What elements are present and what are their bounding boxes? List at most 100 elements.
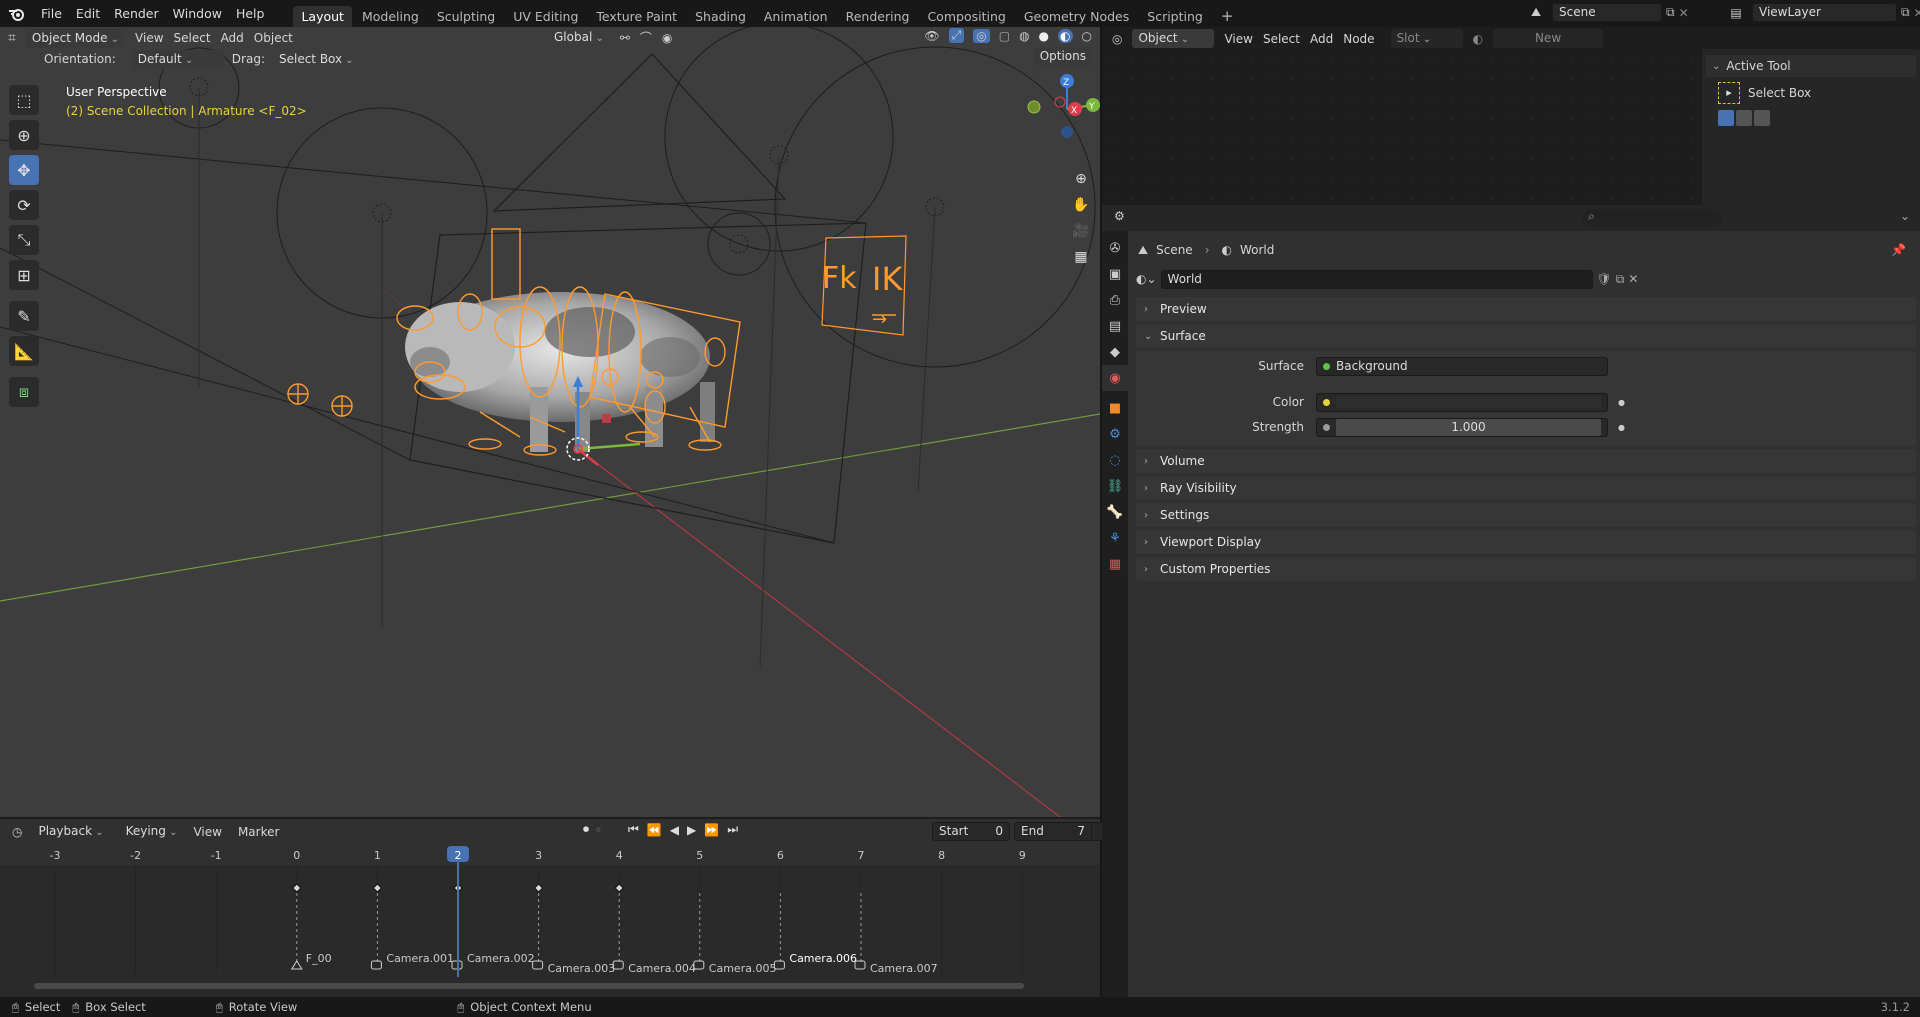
color-keyframe-dot[interactable]: ● xyxy=(1618,398,1625,407)
object-tab-icon[interactable]: ■ xyxy=(1102,395,1128,421)
pivot-icon[interactable]: ⚯ xyxy=(620,31,630,45)
editor-type-icon[interactable]: ⌗ xyxy=(8,30,16,46)
delete-scene-icon[interactable]: ✕ xyxy=(1679,6,1689,20)
properties-editor-type-icon[interactable]: ⚙ xyxy=(1114,209,1125,223)
strength-keyframe-dot[interactable]: ● xyxy=(1618,423,1625,432)
annotate-tool-icon[interactable]: ✎ xyxy=(9,301,39,331)
new-material-button[interactable]: New xyxy=(1493,29,1604,48)
pan-hand-icon[interactable]: ✋ xyxy=(1069,193,1093,217)
menu-window[interactable]: Window xyxy=(166,0,229,27)
visibility-icon[interactable]: 👁 xyxy=(924,29,939,43)
constraints-tab-icon[interactable]: ⛓ xyxy=(1102,473,1128,499)
view-layer-icon[interactable]: ▤ xyxy=(1724,6,1748,20)
world-browse-icon[interactable]: ◐ xyxy=(1473,32,1483,46)
prev-keyframe-icon[interactable]: ⏪ xyxy=(647,823,662,837)
jump-start-icon[interactable]: ⏮ xyxy=(628,822,639,837)
output-tab-icon[interactable]: ⎙ xyxy=(1102,287,1128,313)
physics-tab-icon[interactable]: ◌ xyxy=(1102,447,1128,473)
view-layer-tab-icon[interactable]: ▤ xyxy=(1102,313,1128,339)
tab-compositing[interactable]: Compositing xyxy=(919,6,1013,27)
render-tab-icon[interactable]: ▣ xyxy=(1102,261,1128,287)
world-name-field[interactable]: World xyxy=(1160,269,1593,289)
shader-menu-select[interactable]: Select xyxy=(1263,32,1300,46)
properties-editor[interactable]: ⚙ ⌕ ⌄ ✇ ▣ ⎙ ▤ ◆ ◉ ■ ⚙ ◌ ⛓ 🦴 ⚘ ▦ ⛰ Scene … xyxy=(1102,205,1920,997)
rendered-shading-icon[interactable]: ○ xyxy=(1082,29,1092,43)
tab-rendering[interactable]: Rendering xyxy=(838,6,918,27)
orientation-dropdown[interactable]: Default xyxy=(131,49,224,69)
add-cube-tool-icon[interactable]: ⧈ xyxy=(9,377,39,407)
viewport-menu-select[interactable]: Select xyxy=(174,31,211,45)
playback-menu[interactable]: Playback xyxy=(32,822,109,841)
viewport-menu-object[interactable]: Object xyxy=(254,31,293,45)
tab-shading[interactable]: Shading xyxy=(687,6,754,27)
scene-icon[interactable]: ⛰ xyxy=(1524,5,1548,20)
panel-surface[interactable]: ⌄ Surface xyxy=(1136,324,1916,348)
select-box-tool-icon[interactable]: ⬚ xyxy=(9,85,39,115)
fake-user-icon[interactable]: 🛡 xyxy=(1597,272,1612,286)
menu-file[interactable]: File xyxy=(34,0,69,27)
camera-view-icon[interactable]: 🎥 xyxy=(1069,219,1093,243)
object-data-tab-icon[interactable]: 🦴 xyxy=(1102,499,1128,525)
drag-dropdown[interactable]: Select Box xyxy=(273,50,360,69)
play-icon[interactable]: ▶ xyxy=(687,823,696,837)
rotate-tool-icon[interactable]: ⟳ xyxy=(9,190,39,220)
tool-tab-icon[interactable]: ✇ xyxy=(1102,235,1128,261)
play-reverse-icon[interactable]: ◀ xyxy=(670,823,679,837)
transform-tool-icon[interactable]: ⊞ xyxy=(9,260,39,290)
panel-settings[interactable]: › Settings xyxy=(1136,503,1916,527)
tab-modeling[interactable]: Modeling xyxy=(354,6,427,27)
slot-dropdown[interactable]: Slot xyxy=(1390,29,1463,48)
color-field[interactable] xyxy=(1316,392,1608,412)
snap-icon[interactable]: ⌒ xyxy=(640,29,652,46)
viewport-menu-view[interactable]: View xyxy=(135,31,163,45)
tab-geometry-nodes[interactable]: Geometry Nodes xyxy=(1016,6,1137,27)
select-mode-subtract-icon[interactable] xyxy=(1754,110,1770,126)
record-icon[interactable]: ⏺ xyxy=(583,822,589,837)
navigation-gizmo[interactable]: Z Y X xyxy=(1020,69,1100,149)
keying-set-icon[interactable]: ◦ xyxy=(595,823,602,837)
tab-scripting[interactable]: Scripting xyxy=(1139,6,1211,27)
3d-viewport[interactable]: Fk IK → ⌗ Object Mode View Select Add Ob… xyxy=(0,27,1100,817)
panel-preview[interactable]: › Preview xyxy=(1136,297,1916,321)
shader-editor-area[interactable]: ◎ Object View Select Add Node Slot ◐ New… xyxy=(1102,27,1920,205)
timeline-editor[interactable]: ◷ Playback Keying View Marker ⏺ ◦ ⏮ ⏪ ◀ … xyxy=(0,819,1159,997)
unlink-world-icon[interactable]: ✕ xyxy=(1628,272,1638,286)
new-scene-icon[interactable]: ⧉ xyxy=(1666,5,1675,20)
properties-options-icon[interactable]: ⌄ xyxy=(1900,209,1910,223)
next-keyframe-icon[interactable]: ⏩ xyxy=(704,823,719,837)
object-mode-dropdown[interactable]: Object Mode xyxy=(25,28,126,48)
shader-menu-view[interactable]: View xyxy=(1224,32,1252,46)
shader-type-dropdown[interactable]: Object xyxy=(1132,29,1215,48)
proportional-edit-icon[interactable]: ◉ xyxy=(662,31,672,45)
modifiers-tab-icon[interactable]: ⚙ xyxy=(1102,421,1128,447)
tab-layout[interactable]: Layout xyxy=(293,6,352,27)
panel-viewport-display[interactable]: › Viewport Display xyxy=(1136,530,1916,554)
view-layer-field[interactable]: ViewLayer xyxy=(1752,3,1897,22)
menu-help[interactable]: Help xyxy=(229,0,272,27)
properties-search-input[interactable]: ⌕ xyxy=(1582,209,1722,227)
gizmo-toggle-icon[interactable]: ⤢ xyxy=(948,28,965,43)
scene-name-field[interactable]: Scene xyxy=(1552,3,1662,22)
xray-icon[interactable]: ▢ xyxy=(999,29,1010,43)
overlay-toggle-icon[interactable]: ◎ xyxy=(973,28,990,43)
timeline-marker-menu[interactable]: Marker xyxy=(238,825,279,839)
bone-tab-icon[interactable]: ⚘ xyxy=(1102,525,1128,551)
world-tab-icon[interactable]: ◉ xyxy=(1102,365,1128,391)
tab-texture-paint[interactable]: Texture Paint xyxy=(588,6,685,27)
texture-tab-icon[interactable]: ▦ xyxy=(1102,551,1128,577)
pin-icon[interactable]: 📌 xyxy=(1891,243,1906,257)
shader-editor-type-icon[interactable]: ◎ xyxy=(1112,32,1122,46)
new-view-layer-icon[interactable]: ⧉ xyxy=(1901,5,1910,20)
select-mode-extend-icon[interactable] xyxy=(1736,110,1752,126)
menu-render[interactable]: Render xyxy=(107,0,166,27)
shader-menu-node[interactable]: Node xyxy=(1343,32,1374,46)
world-browse-button-icon[interactable]: ◐⌄ xyxy=(1136,272,1157,286)
tab-uv-editing[interactable]: UV Editing xyxy=(505,6,586,27)
shader-menu-add[interactable]: Add xyxy=(1310,32,1333,46)
cursor-tool-icon[interactable]: ⊕ xyxy=(9,120,39,150)
strength-field[interactable]: 1.000 xyxy=(1316,417,1608,437)
panel-volume[interactable]: › Volume xyxy=(1136,449,1916,473)
delete-view-layer-icon[interactable]: ✕ xyxy=(1914,6,1920,20)
wireframe-shading-icon[interactable]: ◍ xyxy=(1019,29,1029,43)
tab-animation[interactable]: Animation xyxy=(756,6,836,27)
